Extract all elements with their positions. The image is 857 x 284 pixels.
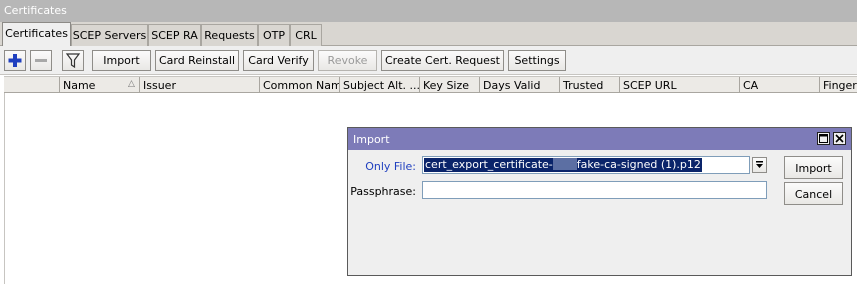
create-cert-request-button[interactable]: Create Cert. Request xyxy=(381,50,504,71)
minus-icon xyxy=(35,59,47,62)
card-verify-button[interactable]: Card Verify xyxy=(243,50,314,71)
tab-otp[interactable]: OTP xyxy=(258,24,290,46)
window-title: Certificates xyxy=(0,0,857,22)
passphrase-label: Passphrase: xyxy=(350,185,416,198)
add-button[interactable] xyxy=(4,50,26,71)
tab-scep-ra[interactable]: SCEP RA xyxy=(148,24,201,46)
maximize-icon xyxy=(819,134,828,143)
column-key-size[interactable]: Key Size xyxy=(420,77,480,93)
only-file-value: cert_export_certificate-fake-ca-signed (… xyxy=(424,158,702,172)
card-reinstall-button[interactable]: Card Reinstall xyxy=(155,50,239,71)
sort-ascending-icon: △ xyxy=(128,79,135,89)
maximize-button[interactable] xyxy=(817,132,830,145)
column-subject-alt[interactable]: Subject Alt. ... xyxy=(340,77,420,93)
tab-requests[interactable]: Requests xyxy=(201,24,258,46)
tab-scep-servers[interactable]: SCEP Servers xyxy=(71,24,148,46)
column-fingerprint[interactable]: Fingerpr xyxy=(820,77,857,93)
import-dialog: Import Only File: cert_export_certificat… xyxy=(347,127,852,276)
only-file-select[interactable]: cert_export_certificate-fake-ca-signed (… xyxy=(422,156,750,174)
filter-icon xyxy=(65,53,81,69)
column-issuer[interactable]: Issuer xyxy=(140,77,260,93)
column-common-name[interactable]: Common Name xyxy=(260,77,340,93)
only-file-dropdown-button[interactable] xyxy=(752,157,767,173)
column-trusted[interactable]: Trusted xyxy=(560,77,620,93)
close-icon xyxy=(835,134,844,143)
dialog-title: Import xyxy=(348,128,851,150)
column-name[interactable]: Name △ xyxy=(60,77,140,93)
column-scep-url[interactable]: SCEP URL xyxy=(620,77,740,93)
cancel-button[interactable]: Cancel xyxy=(784,182,843,205)
filter-button[interactable] xyxy=(62,50,84,71)
only-file-label: Only File: xyxy=(365,160,416,173)
remove-button[interactable] xyxy=(30,50,52,71)
tab-certificates[interactable]: Certificates xyxy=(2,22,71,46)
revoke-button[interactable]: Revoke xyxy=(318,50,377,71)
settings-button[interactable]: Settings xyxy=(508,50,566,71)
plus-icon xyxy=(8,54,22,67)
tab-strip: Certificates SCEP Servers SCEP RA Reques… xyxy=(0,22,857,46)
tab-crl[interactable]: CRL xyxy=(290,24,322,46)
passphrase-input[interactable] xyxy=(422,181,767,199)
import-button[interactable]: Import xyxy=(92,50,151,71)
close-button[interactable] xyxy=(833,132,846,145)
toolbar: Import Card Reinstall Card Verify Revoke… xyxy=(0,46,857,75)
column-flags[interactable] xyxy=(4,77,60,93)
redacted-block xyxy=(552,158,577,170)
dropdown-arrow-icon xyxy=(756,161,763,168)
column-header: Name △ Issuer Common Name Subject Alt. .… xyxy=(4,76,857,93)
column-ca[interactable]: CA xyxy=(740,77,820,93)
import-dialog-button[interactable]: Import xyxy=(784,156,843,179)
column-days-valid[interactable]: Days Valid xyxy=(480,77,560,93)
